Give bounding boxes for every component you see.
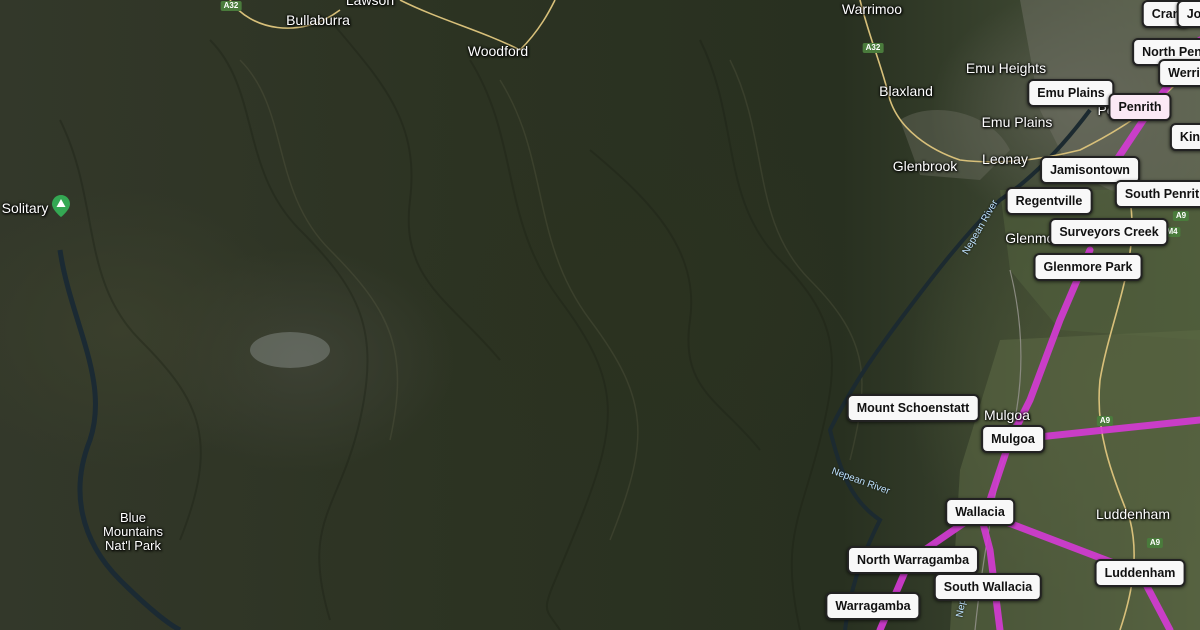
suburb-tag-glenmore-park[interactable]: Glenmore Park xyxy=(1033,253,1143,281)
park-label-line: Nat'l Park xyxy=(105,538,161,553)
park-label: Blue Mountains Nat'l Park xyxy=(103,511,163,553)
place-label-bullaburra: Bullaburra xyxy=(286,12,350,28)
place-label-warrimoo: Warrimoo xyxy=(841,1,903,17)
suburb-tag-warragamba[interactable]: Warragamba xyxy=(825,592,921,620)
place-label-glenbrook: Glenbrook xyxy=(892,158,958,174)
suburb-tag-werrington[interactable]: Werri xyxy=(1158,59,1200,87)
suburb-tag-regentville[interactable]: Regentville xyxy=(1005,187,1093,215)
park-label-line: Blue xyxy=(119,510,147,525)
park-pin-icon[interactable] xyxy=(52,195,70,217)
place-label-luddenham: Luddenham xyxy=(1096,506,1170,522)
place-label-mulgoa: Mulgoa xyxy=(984,407,1030,423)
suburb-tag-kingswood[interactable]: Kin xyxy=(1169,123,1200,151)
suburb-tag-emu-plains[interactable]: Emu Plains xyxy=(1027,79,1115,107)
road-shield: A32 xyxy=(220,1,242,11)
suburb-tag-north-warragamba[interactable]: North Warragamba xyxy=(846,546,980,574)
place-label-lawson: Lawson xyxy=(345,0,395,8)
suburb-tag-south-penrith[interactable]: South Penrit xyxy=(1114,180,1200,208)
place-label-emu-plains: Emu Plains xyxy=(981,114,1053,130)
terrain-layer xyxy=(57,0,1200,630)
suburb-tag-wallacia[interactable]: Wallacia xyxy=(945,498,1015,526)
suburb-tag-mulgoa[interactable]: Mulgoa xyxy=(981,425,1045,453)
suburb-tag-jo[interactable]: Jo xyxy=(1176,0,1200,28)
map-viewport[interactable]: Lawson Bullaburra Woodford Warrimoo Blax… xyxy=(0,0,1200,630)
place-label-leonay: Leonay xyxy=(982,151,1028,167)
place-label-emu-heights: Emu Heights xyxy=(965,60,1047,76)
suburb-tag-penrith[interactable]: Penrith xyxy=(1108,93,1172,121)
suburb-tag-mount-schoenstatt[interactable]: Mount Schoenstatt xyxy=(846,394,980,422)
place-label-woodford: Woodford xyxy=(467,43,529,59)
road-shield: A9 xyxy=(1146,538,1164,548)
place-label-blaxland: Blaxland xyxy=(879,83,933,99)
place-label-solitary: Solitary xyxy=(1,200,49,216)
park-label-line: Mountains xyxy=(103,524,163,539)
suburb-tag-luddenham[interactable]: Luddenham xyxy=(1094,559,1186,587)
road-shield: A9 xyxy=(1096,416,1114,426)
suburb-tag-south-wallacia[interactable]: South Wallacia xyxy=(933,573,1043,601)
road-shield: A9 xyxy=(1172,211,1190,221)
suburb-tag-surveyors-creek[interactable]: Surveyors Creek xyxy=(1049,218,1169,246)
road-shield: A32 xyxy=(862,43,884,53)
